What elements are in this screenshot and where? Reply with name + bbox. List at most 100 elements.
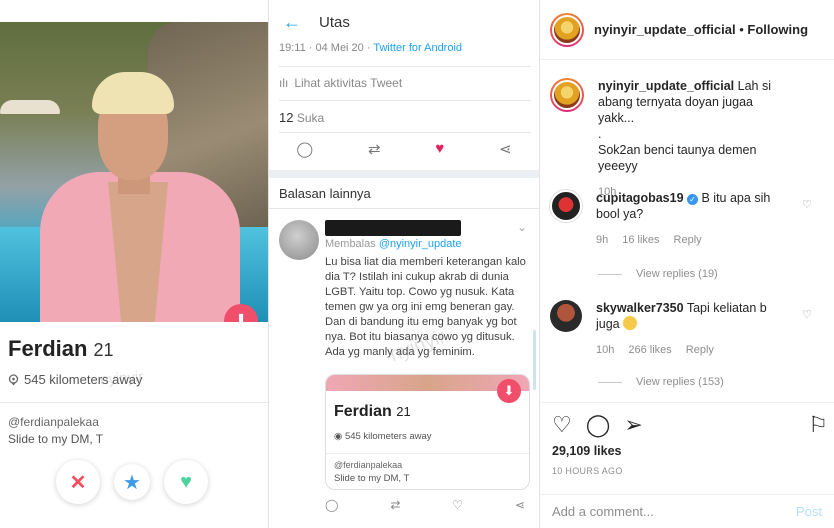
- reply-icon[interactable]: ◯: [325, 498, 338, 512]
- like-outline-icon[interactable]: ♡: [452, 498, 463, 512]
- comment-body: skywalker7350 Tapi keliatan b juga 10h 2…: [596, 300, 786, 358]
- profile-photo: [0, 22, 268, 322]
- divider: [0, 402, 268, 403]
- location-pin-icon: ◉: [334, 431, 343, 442]
- comment-likes[interactable]: 16 likes: [622, 232, 659, 248]
- post-header-user: nyinyir_update_official • Following: [594, 22, 808, 37]
- add-comment-input[interactable]: Add a comment...: [552, 504, 654, 519]
- share-icon[interactable]: ➢: [624, 412, 642, 438]
- tweet-activity[interactable]: ılı Lihat aktivitas Tweet: [279, 76, 402, 90]
- follow-state-button[interactable]: Following: [747, 22, 808, 37]
- like-heart-icon[interactable]: ♥: [435, 140, 444, 158]
- scrollbar[interactable]: [533, 330, 536, 390]
- reply-icon[interactable]: ◯: [296, 140, 313, 158]
- replies-line: [598, 381, 622, 383]
- caption-avatar-image: [552, 80, 582, 110]
- comment-icon[interactable]: ◯: [586, 412, 611, 438]
- tweet-likes-label: Suka: [296, 111, 325, 125]
- like-button[interactable]: ♥: [164, 460, 208, 504]
- caption-body: nyinyir_update_official Lah si abang ter…: [598, 78, 788, 200]
- account-avatar[interactable]: [550, 12, 584, 47]
- heart-outline-icon[interactable]: ♡: [552, 412, 572, 438]
- commenter-username[interactable]: skywalker7350: [596, 301, 684, 315]
- add-comment-bar: Add a comment... Post: [540, 494, 834, 528]
- comment-item: cupitagobas19 ✓ B itu apa sih bool ya? 9…: [550, 190, 826, 248]
- replying-handle[interactable]: @nyinyir_update: [379, 238, 462, 250]
- profile-name: Ferdian: [8, 336, 88, 361]
- tweet-meta: 19:11 · 04 Mei 20 · Twitter for Android: [279, 42, 462, 54]
- caption-avatar[interactable]: [550, 78, 584, 112]
- comment-reply-button[interactable]: Reply: [686, 342, 714, 358]
- bookmark-icon[interactable]: ⚐: [808, 412, 828, 438]
- other-replies-heading: Balasan lainnya: [279, 186, 371, 201]
- smile-emoji-icon: [623, 316, 638, 330]
- divider: [326, 453, 529, 454]
- divider: [279, 66, 531, 67]
- account-avatar-image: [552, 14, 582, 45]
- view-replies-toggle[interactable]: View replies (19): [598, 268, 718, 280]
- replying-prefix: Membalas: [325, 238, 376, 250]
- swipe-actions: ✕ ★ ♥: [56, 460, 208, 504]
- caption-username[interactable]: nyinyir_update_official: [598, 79, 734, 93]
- post-time-ago: 10 HOURS AGO: [552, 466, 623, 476]
- comment-likes[interactable]: 266 likes: [628, 342, 671, 358]
- reply-avatar[interactable]: [279, 220, 319, 260]
- view-replies-label: View replies (153): [636, 376, 724, 388]
- view-replies-label: View replies (19): [636, 268, 718, 280]
- commenter-avatar[interactable]: [550, 190, 582, 222]
- divider: [279, 132, 531, 133]
- share-icon[interactable]: ⋖: [515, 498, 525, 512]
- post-caption: nyinyir_update_official Lah si abang ter…: [550, 78, 826, 200]
- tweet-app-link[interactable]: Twitter for Android: [373, 42, 462, 54]
- comment-meta: 9h 16 likes Reply: [596, 232, 786, 248]
- attached-name: Ferdian 21: [334, 403, 411, 421]
- share-icon[interactable]: ⋖: [499, 140, 512, 158]
- section-gap: [269, 170, 539, 178]
- superlike-button[interactable]: ★: [114, 464, 150, 500]
- back-arrow-icon[interactable]: ←: [283, 12, 301, 33]
- reply-action-bar: ◯ ⇄ ♡ ⋖: [325, 498, 525, 512]
- dislike-button[interactable]: ✕: [56, 460, 100, 504]
- profile-bio: Slide to my DM, T: [8, 432, 104, 446]
- comment-like-heart-icon[interactable]: ♡: [802, 198, 812, 211]
- attached-handle: @ferdianpalekaa: [334, 460, 403, 470]
- retweet-icon[interactable]: ⇄: [390, 498, 400, 512]
- twitter-topbar: ← Utas: [269, 0, 539, 44]
- divider: [540, 402, 834, 403]
- tweet-likes[interactable]: 12 Suka: [279, 110, 324, 125]
- instagram-post-panel: nyinyir_update_official • Following nyin…: [540, 0, 834, 528]
- star-icon: ★: [123, 471, 141, 494]
- replying-to: Membalas @nyinyir_update: [325, 238, 462, 250]
- tweet-likes-count: 12: [279, 110, 294, 125]
- attached-image[interactable]: ⬇ Ferdian 21 ◉ 545 kilometers away @ferd…: [325, 374, 530, 490]
- bar-chart-icon: ılı: [279, 76, 289, 90]
- commenter-username[interactable]: cupitagobas19: [596, 191, 684, 205]
- name-row: Ferdian 21: [8, 336, 114, 362]
- profile-handle: @ferdianpalekaa: [8, 415, 99, 429]
- post-likes[interactable]: 29,109 likes: [552, 444, 622, 458]
- photo-umbrella: [0, 100, 60, 114]
- comment-meta: 10h 266 likes Reply: [596, 342, 786, 358]
- post-comment-button[interactable]: Post: [796, 504, 822, 519]
- caption-line3: Sok2an benci taunya demen yeeeyy: [598, 143, 757, 173]
- divider: [269, 208, 539, 209]
- comment-like-heart-icon[interactable]: ♡: [802, 308, 812, 321]
- attached-location: ◉ 545 kilometers away: [334, 431, 432, 442]
- post-action-bar: ♡ ◯ ➢ ⚐: [552, 412, 828, 438]
- commenter-avatar[interactable]: [550, 300, 582, 332]
- redacted-username: [325, 220, 461, 236]
- comment-reply-button[interactable]: Reply: [674, 232, 702, 248]
- tweet-activity-label: Lihat aktivitas Tweet: [294, 76, 403, 90]
- attached-bio: Slide to my DM, T: [334, 473, 410, 484]
- watermark: nyinyir: [99, 368, 144, 389]
- view-replies-toggle[interactable]: View replies (153): [598, 376, 724, 388]
- account-username[interactable]: nyinyir_update_official: [594, 22, 736, 37]
- comment-body: cupitagobas19 ✓ B itu apa sih bool ya? 9…: [596, 190, 786, 248]
- chevron-down-icon[interactable]: ⌄: [517, 220, 527, 234]
- tweet-timestamp: 19:11 · 04 Mei 20 ·: [279, 42, 371, 54]
- verified-badge-icon: ✓: [687, 194, 699, 205]
- attached-location-text: 545 kilometers away: [344, 431, 432, 442]
- profile-info: Ferdian 21 545 kilometers away nyinyir @…: [0, 322, 268, 528]
- attached-name-text: Ferdian: [334, 403, 392, 420]
- retweet-icon[interactable]: ⇄: [368, 140, 381, 158]
